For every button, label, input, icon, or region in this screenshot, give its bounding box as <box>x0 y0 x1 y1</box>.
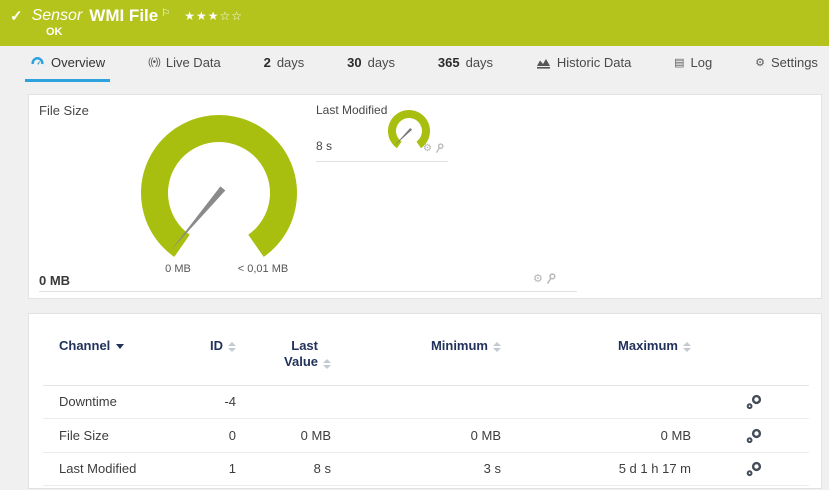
last-modified-gauge-title: Last Modified <box>316 103 387 117</box>
status-ok-check-icon: ✓ <box>10 7 23 25</box>
column-header-channel[interactable]: Channel <box>43 320 193 385</box>
cell-minimum: 3 s <box>331 452 501 486</box>
cell-last-value <box>236 385 331 419</box>
broadcast-icon: ((•)) <box>148 57 160 68</box>
table-row-last-modified: Last Modified 1 8 s 3 s 5 d 1 h 17 m <box>43 452 809 486</box>
tab-live-data[interactable]: ((•)) Live Data <box>143 46 226 82</box>
priority-stars[interactable]: ★★★☆☆ <box>184 9 243 23</box>
area-chart-icon <box>536 57 551 69</box>
tab-label: Historic Data <box>557 55 631 70</box>
cell-maximum: 0 MB <box>501 419 691 453</box>
channel-settings-gears-icon[interactable] <box>746 394 763 410</box>
column-label: Minimum <box>431 338 488 353</box>
gauge-scale-max: < 0,01 MB <box>218 263 308 275</box>
cell-channel: File Size <box>43 419 193 453</box>
tab-365-days[interactable]: 365 days <box>433 46 498 82</box>
gauge-block-divider <box>39 291 577 292</box>
cell-maximum <box>501 385 691 419</box>
tab-settings[interactable]: ⚙ Settings <box>750 46 823 82</box>
cell-minimum <box>331 385 501 419</box>
gauge-block-divider <box>316 161 448 162</box>
file-size-current-value: 0 MB <box>39 273 70 288</box>
gauges-panel: File Size 0 MB < 0,01 MB 0 MB ⚙ Last Mod… <box>28 94 822 299</box>
channel-settings-gears-icon[interactable] <box>746 428 763 444</box>
channels-table: Channel ID Last Value Minimum Maximum <box>43 320 809 486</box>
tab-label: days <box>277 55 304 70</box>
file-size-gauge-title: File Size <box>39 103 89 118</box>
tab-bar: Overview ((•)) Live Data 2 days 30 days … <box>0 46 829 82</box>
tab-label: Overview <box>51 55 105 70</box>
column-label: ID <box>210 338 223 353</box>
table-row-downtime: Downtime -4 <box>43 385 809 419</box>
column-label: Last Value <box>276 338 318 371</box>
tab-overview[interactable]: Overview <box>25 46 110 82</box>
file-size-gauge <box>129 105 309 275</box>
tab-label: Settings <box>771 55 818 70</box>
gauge-settings-gear-icon[interactable]: ⚙ <box>533 274 543 285</box>
tab-log[interactable]: ▤ Log <box>669 46 717 82</box>
gauge-scale-min: 0 MB <box>133 263 223 275</box>
cell-id: 1 <box>193 452 236 486</box>
pin-icon[interactable] <box>435 143 444 154</box>
tab-historic-data[interactable]: Historic Data <box>531 46 636 82</box>
tab-30-days[interactable]: 30 days <box>342 46 400 82</box>
channels-panel: Channel ID Last Value Minimum Maximum <box>28 313 822 489</box>
cell-id: 0 <box>193 419 236 453</box>
gauge-settings-gear-icon[interactable]: ⚙ <box>423 144 432 154</box>
pin-icon[interactable] <box>546 273 556 285</box>
cell-channel: Downtime <box>43 385 193 419</box>
sort-icon <box>493 342 501 352</box>
cell-last-value: 8 s <box>236 452 331 486</box>
tab-label: days <box>466 55 493 70</box>
sort-desc-icon <box>116 344 124 349</box>
channel-settings-gears-icon[interactable] <box>746 461 763 477</box>
tab-label: Log <box>691 55 713 70</box>
flag-icon[interactable]: ⚐ <box>161 8 170 19</box>
status-badge: OK <box>46 26 63 38</box>
gear-icon: ⚙ <box>755 56 765 69</box>
cell-id: -4 <box>193 385 236 419</box>
column-header-last-value[interactable]: Last Value <box>236 320 331 385</box>
gauge-corner-icons: ⚙ <box>423 143 444 154</box>
sort-icon <box>683 342 691 352</box>
overview-content: File Size 0 MB < 0,01 MB 0 MB ⚙ Last Mod… <box>0 82 829 489</box>
column-header-minimum[interactable]: Minimum <box>331 320 501 385</box>
log-icon: ▤ <box>674 56 684 69</box>
cell-minimum: 0 MB <box>331 419 501 453</box>
table-header-row: Channel ID Last Value Minimum Maximum <box>43 320 809 385</box>
tab-2-days[interactable]: 2 days <box>259 46 310 82</box>
last-modified-current-value: 8 s <box>316 139 332 153</box>
tab-number: 365 <box>438 55 460 70</box>
cell-maximum: 5 d 1 h 17 m <box>501 452 691 486</box>
column-header-maximum[interactable]: Maximum <box>501 320 691 385</box>
cell-last-value: 0 MB <box>236 419 331 453</box>
tab-number: 30 <box>347 55 361 70</box>
tab-label: Live Data <box>166 55 221 70</box>
sort-icon <box>323 359 331 369</box>
sort-icon <box>228 342 236 352</box>
gauge-corner-icons: ⚙ <box>533 273 556 285</box>
tab-number: 2 <box>264 55 271 70</box>
column-label: Channel <box>59 338 110 353</box>
column-label: Maximum <box>618 338 678 353</box>
table-row-file-size: File Size 0 0 MB 0 MB 0 MB <box>43 419 809 453</box>
column-header-id[interactable]: ID <box>193 320 236 385</box>
gauge-icon <box>30 56 45 69</box>
sensor-header: ✓ Sensor WMI File ⚐ ★★★☆☆ OK <box>0 0 829 46</box>
sensor-type-label: Sensor <box>32 7 83 25</box>
sensor-name: WMI File <box>89 6 158 26</box>
cell-channel: Last Modified <box>43 452 193 486</box>
tab-label: days <box>368 55 395 70</box>
